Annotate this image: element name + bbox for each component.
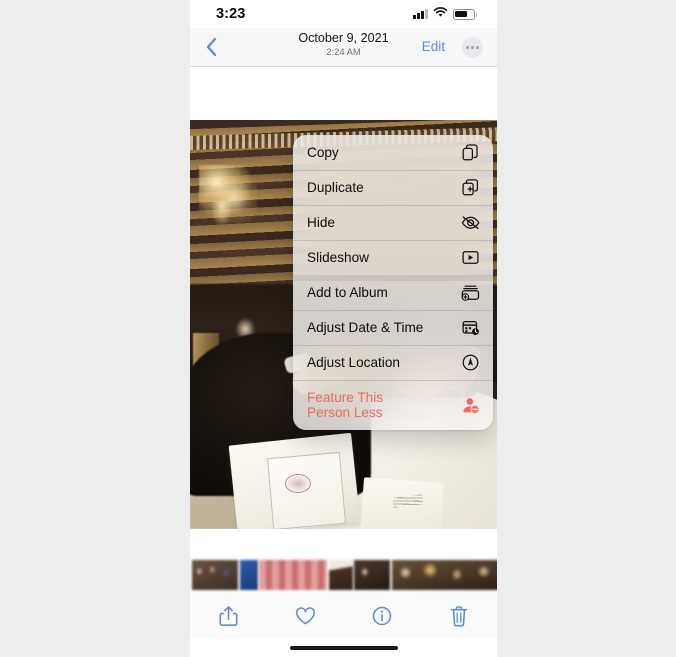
navigation-bar: October 9, 2021 2:24 AM Edit bbox=[190, 28, 497, 67]
screenshot-canvas: 3:23 October 9, 2021 2:24 AM Edit Copy D… bbox=[0, 0, 676, 657]
calendar-clock-icon bbox=[461, 318, 480, 337]
wifi-icon bbox=[433, 5, 448, 23]
menu-item-copy[interactable]: Copy bbox=[293, 135, 493, 170]
edit-button[interactable]: Edit bbox=[422, 39, 445, 55]
bottom-toolbar bbox=[190, 594, 497, 638]
delete-button[interactable] bbox=[439, 600, 479, 632]
chevron-left-icon bbox=[205, 37, 218, 57]
ellipsis-dot bbox=[475, 46, 479, 49]
phone-screen: 3:23 October 9, 2021 2:24 AM Edit Copy D… bbox=[190, 0, 497, 657]
menu-item-label: Hide bbox=[307, 215, 335, 230]
status-bar-indicators bbox=[413, 5, 478, 23]
menu-item-label: Add to Album bbox=[307, 285, 388, 300]
menu-item-label: Slideshow bbox=[307, 250, 369, 265]
thumbnail-item[interactable] bbox=[328, 560, 353, 590]
status-bar-time: 3:23 bbox=[216, 6, 246, 22]
thumbnail-item[interactable] bbox=[192, 560, 238, 590]
share-icon bbox=[219, 605, 238, 627]
photo-card-crest bbox=[285, 473, 312, 493]
thumbnail-item[interactable] bbox=[259, 560, 327, 590]
thumbnail-item[interactable] bbox=[239, 560, 258, 590]
thumbnail-item[interactable] bbox=[354, 560, 390, 590]
menu-item-label: Duplicate bbox=[307, 180, 364, 195]
status-bar: 3:23 bbox=[190, 0, 497, 28]
menu-item-hide[interactable]: Hide bbox=[293, 205, 493, 240]
photo-time-subtitle: 2:24 AM bbox=[326, 46, 361, 57]
location-circle-icon bbox=[461, 353, 480, 372]
battery-icon bbox=[453, 8, 478, 20]
menu-item-label: Feature This Person Less bbox=[307, 390, 384, 420]
context-menu[interactable]: Copy Duplicate Hide Slideshow Add to Alb… bbox=[293, 135, 493, 430]
photo-chandelier bbox=[199, 164, 258, 227]
photo-date-title: October 9, 2021 bbox=[298, 31, 389, 45]
heart-icon bbox=[295, 606, 316, 626]
copy-icon bbox=[461, 143, 480, 162]
favorite-button[interactable] bbox=[285, 600, 325, 632]
home-indicator[interactable] bbox=[289, 645, 398, 650]
menu-item-adjust-date-time[interactable]: Adjust Date & Time bbox=[293, 310, 493, 345]
menu-item-adjust-location[interactable]: Adjust Location bbox=[293, 345, 493, 380]
thumbnail-item[interactable] bbox=[391, 560, 497, 590]
nav-title-block: October 9, 2021 2:24 AM bbox=[190, 31, 497, 58]
trash-icon bbox=[450, 605, 468, 627]
more-options-button[interactable] bbox=[462, 37, 483, 58]
play-rectangle-icon bbox=[461, 248, 480, 267]
menu-item-slideshow[interactable]: Slideshow bbox=[293, 240, 493, 275]
eye-slash-icon bbox=[461, 213, 480, 232]
person-minus-icon bbox=[461, 396, 480, 415]
ellipsis-circle-icon bbox=[466, 46, 470, 49]
menu-item-label: Copy bbox=[307, 145, 339, 160]
duplicate-icon bbox=[461, 178, 480, 197]
thumbnail-strip[interactable] bbox=[190, 556, 497, 594]
add-to-album-icon bbox=[461, 283, 480, 302]
menu-item-label: Adjust Location bbox=[307, 355, 400, 370]
share-button[interactable] bbox=[208, 600, 248, 632]
menu-item-feature-person-less[interactable]: Feature This Person Less bbox=[293, 380, 493, 430]
back-button[interactable] bbox=[198, 34, 224, 60]
ellipsis-dot bbox=[471, 46, 474, 49]
menu-item-label: Adjust Date & Time bbox=[307, 320, 424, 335]
menu-item-add-to-album[interactable]: Add to Album bbox=[293, 275, 493, 310]
menu-item-duplicate[interactable]: Duplicate bbox=[293, 170, 493, 205]
photo-viewer[interactable]: Copy Duplicate Hide Slideshow Add to Alb… bbox=[190, 67, 497, 539]
info-button[interactable] bbox=[362, 600, 402, 632]
info-circle-icon bbox=[372, 606, 392, 626]
cellular-bars-icon bbox=[413, 9, 428, 19]
